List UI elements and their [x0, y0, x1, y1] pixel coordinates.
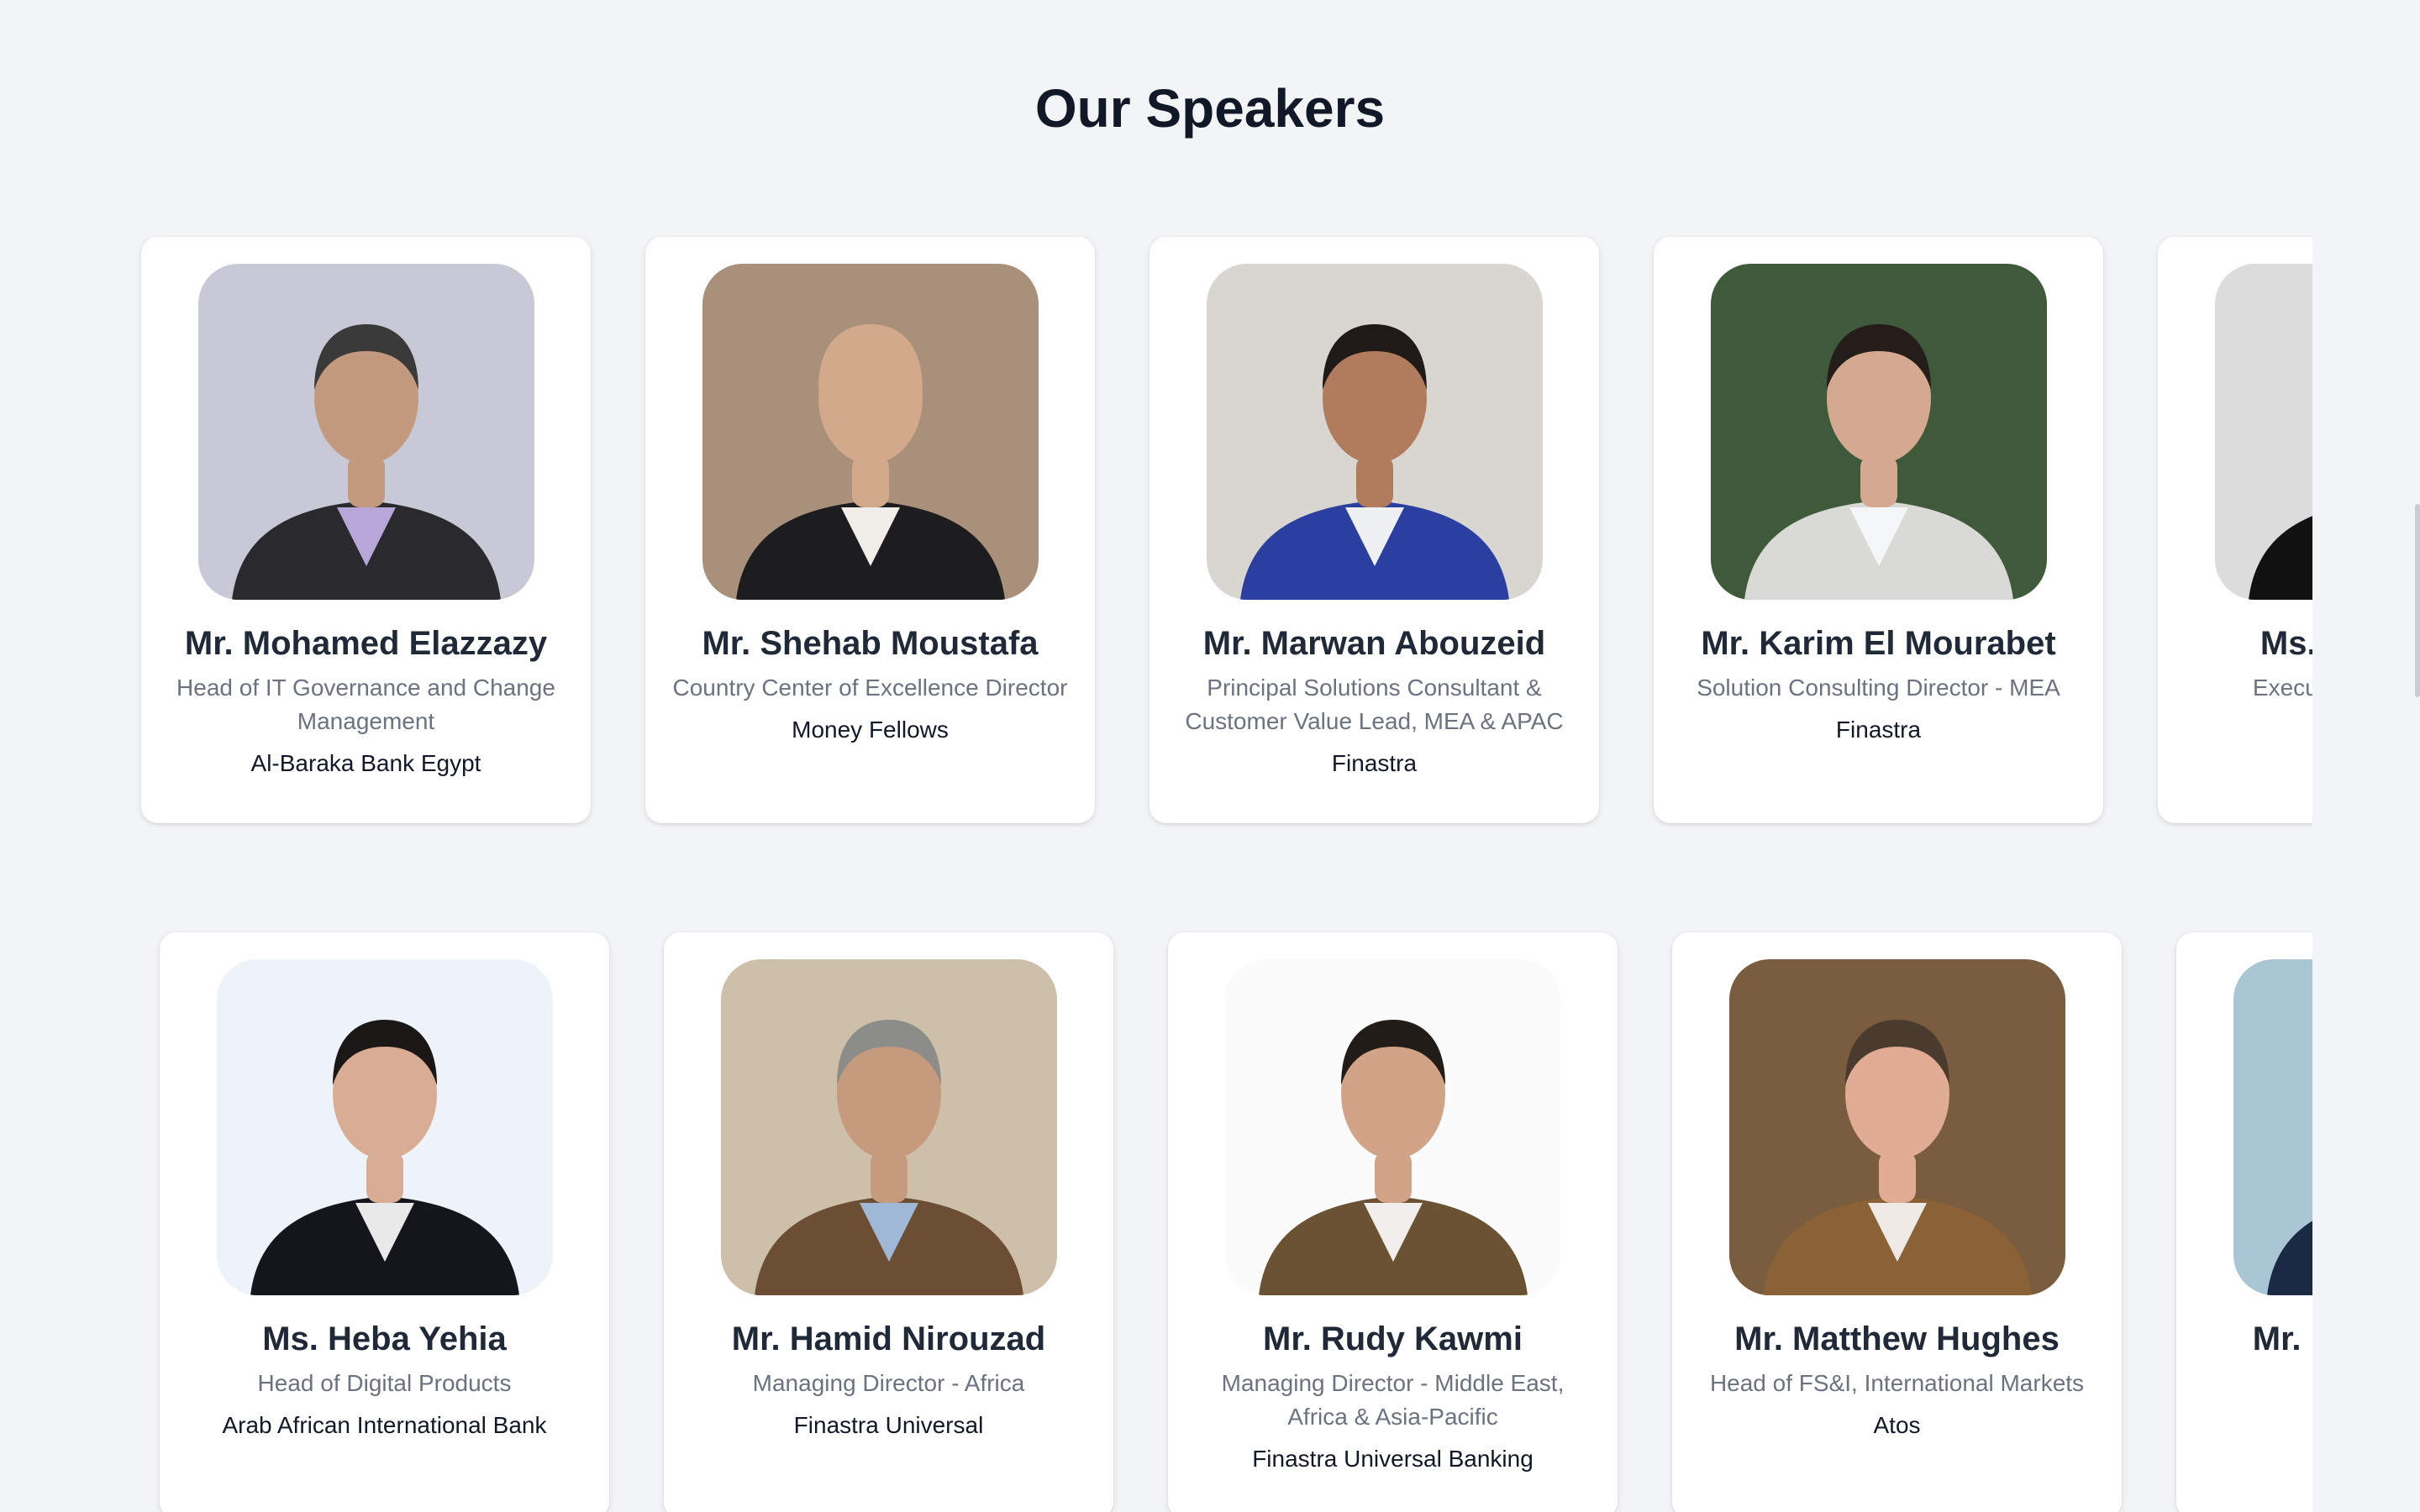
speaker-card[interactable]: Mr. Shehab Moustafa Country Center of Exc… — [645, 237, 1095, 823]
speaker-name: Mr. Marwan Abouzeid — [1202, 625, 1546, 662]
speaker-role: Country Center of Excellence Director — [672, 675, 1068, 701]
speaker-company: Finastra — [1331, 750, 1418, 776]
speaker-card[interactable]: Mr. Hamid Nirouzad Managing Director - Af… — [664, 932, 1113, 1512]
speaker-name: Mr. Rudy Kawmi — [1263, 1320, 1523, 1357]
speaker-role: Senior Director — [2204, 1367, 2313, 1400]
speaker-card[interactable]: Mr. Matthew Hughes Head of FS&I, Internat… — [1672, 932, 2122, 1512]
speaker-name: Mr. Karim El Mourabet — [1701, 625, 2056, 662]
speaker-role: Head of FS&I, International Markets — [1709, 1370, 2085, 1396]
speaker-role: Head of Digital Products — [257, 1370, 512, 1396]
speaker-name: Ms. Heba Yehia — [262, 1320, 507, 1357]
speaker-photo — [2233, 959, 2312, 1295]
speaker-name: Mr. Matthew Hughes — [1734, 1320, 2060, 1357]
speaker-company: Finastra — [1835, 717, 1922, 743]
speaker-photo — [1710, 264, 2047, 600]
speaker-photo — [1206, 264, 1543, 600]
speaker-card[interactable]: Mr. Karim El Mourabet Solution Consulting… — [1654, 237, 2103, 823]
speaker-role: Managing Director - Africa — [752, 1370, 1025, 1396]
section-title: Our Speakers — [1034, 78, 1386, 139]
speaker-company: Atos — [1873, 1412, 1921, 1438]
speakers-track-2: Mr. Ahmed FathyHead of Digital BankingBa… — [109, 932, 2312, 1512]
speaker-role: Head of IT Governance and Change Managem… — [176, 675, 555, 734]
speaker-name: Mr. Shehab Moustafa — [702, 625, 1039, 662]
speaker-card[interactable]: Mr. Mohamed Elazzazy Head of IT Governanc… — [141, 237, 591, 823]
speaker-company: Arab African International Bank — [222, 1412, 547, 1438]
speaker-card[interactable]: Mr. Marwan Abouzeid Principal Solutions C… — [1150, 237, 1599, 823]
page-scrollbar-thumb[interactable] — [2415, 504, 2420, 697]
speaker-name: Mr. Bassem Fawzy — [2252, 1320, 2312, 1357]
speaker-card[interactable]: Mr. Bassem Fawzy Senior Director — [2176, 932, 2312, 1512]
speakers-track-1: Mr. Mohamed Elazzazy Head of IT Governanc… — [141, 237, 2312, 823]
speaker-photo — [2214, 264, 2312, 600]
speaker-photo — [720, 959, 1057, 1295]
speaker-company: Finastra Universal — [793, 1412, 984, 1438]
speaker-name: Mr. Mohamed Elazzazy — [184, 625, 548, 662]
speaker-name: Ms. Sara Gaber — [2260, 625, 2312, 662]
speaker-company: Al-Baraka Bank Egypt — [250, 750, 481, 776]
speaker-photo — [1224, 959, 1561, 1295]
speaker-card[interactable]: Mr. Rudy Kawmi Managing Director - Middle… — [1168, 932, 1618, 1512]
speakers-carousel-row-2[interactable]: Mr. Ahmed FathyHead of Digital BankingBa… — [109, 931, 2312, 1512]
speaker-company: Finastra Universal Banking — [1252, 1446, 1534, 1472]
speakers-page: Our Speakers Mr. Mohamed Elazzazy Head of… — [0, 0, 2420, 1512]
speaker-role: Principal Solutions Consultant & Custome… — [1185, 675, 1564, 734]
speaker-company: Money Fellows — [792, 717, 949, 743]
speaker-photo — [1728, 959, 2065, 1295]
speaker-role: Managing Director - Middle East, Africa … — [1221, 1370, 1565, 1430]
speaker-name: Mr. Hamid Nirouzad — [731, 1320, 1046, 1357]
speaker-role: Solution Consulting Director - MEA — [1697, 675, 2060, 701]
speaker-role: Executive Vice President — [2252, 675, 2312, 701]
speaker-photo — [197, 264, 534, 600]
speaker-photo — [702, 264, 1039, 600]
speakers-carousel-row-1[interactable]: Mr. Mohamed Elazzazy Head of IT Governanc… — [109, 235, 2312, 827]
speaker-card[interactable]: Ms. Heba Yehia Head of Digital Products Ar… — [160, 932, 609, 1512]
speaker-photo — [216, 959, 553, 1295]
speaker-card[interactable]: Ms. Sara Gaber Executive Vice President — [2158, 237, 2312, 823]
